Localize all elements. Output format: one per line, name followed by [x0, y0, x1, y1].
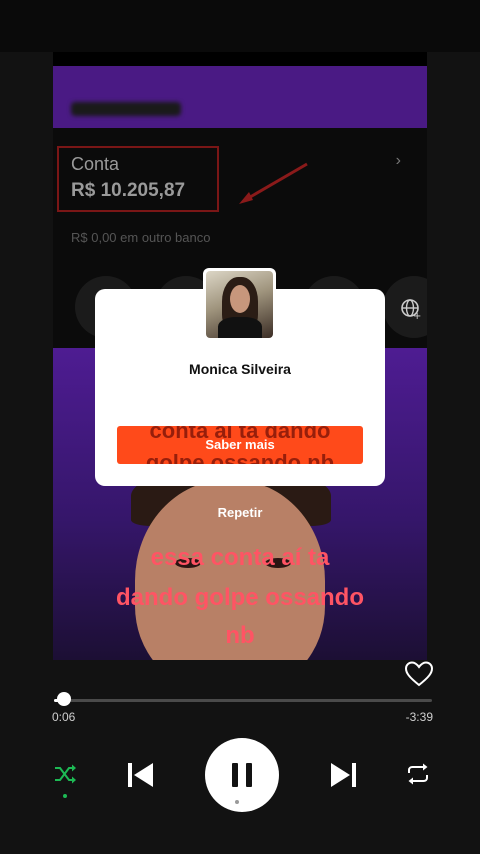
red-arrow-icon	[239, 162, 308, 204]
skip-previous-icon[interactable]	[126, 760, 156, 790]
video-caption-line: essa conta aí ta	[150, 544, 330, 571]
video-caption-line: dando golpe ossando	[115, 584, 364, 611]
svg-text:+: +	[413, 311, 421, 320]
repeat-icon[interactable]	[405, 762, 431, 786]
video-caption-line: nb	[225, 622, 255, 649]
creator-avatar[interactable]	[203, 268, 276, 341]
account-balance: R$ 10.205,87	[71, 180, 186, 201]
progress-bar[interactable]	[54, 699, 432, 702]
caption-behind-line: golpe ossando nb	[145, 450, 335, 464]
heart-icon[interactable]	[404, 660, 434, 688]
chevron-right-icon: ›	[395, 152, 401, 169]
account-box: Conta R$ 10.205,87	[57, 146, 219, 212]
shuffle-icon[interactable]	[53, 763, 77, 785]
saber-mais-button[interactable]: conta aí ta dando golpe ossando nb Saber…	[117, 426, 363, 464]
replay-button[interactable]: Repetir	[0, 505, 480, 520]
device-indicator-dot	[235, 800, 239, 804]
account-label: Conta	[71, 154, 120, 174]
elapsed-time: 0:06	[52, 710, 76, 724]
skip-next-icon[interactable]	[328, 760, 358, 790]
shuffle-active-dot	[63, 794, 67, 798]
remaining-time: -3:39	[405, 710, 433, 724]
status-bar	[0, 0, 480, 52]
bank-header	[53, 66, 427, 128]
pause-icon	[232, 763, 238, 787]
other-bank-text: R$ 0,00 em outro banco	[71, 230, 211, 245]
blurred-bank-name	[71, 102, 181, 116]
saber-mais-label: Saber mais	[205, 437, 275, 452]
globe-icon: +	[401, 299, 421, 320]
creator-name: Monica Silveira	[189, 361, 291, 377]
pause-button[interactable]	[205, 738, 279, 812]
